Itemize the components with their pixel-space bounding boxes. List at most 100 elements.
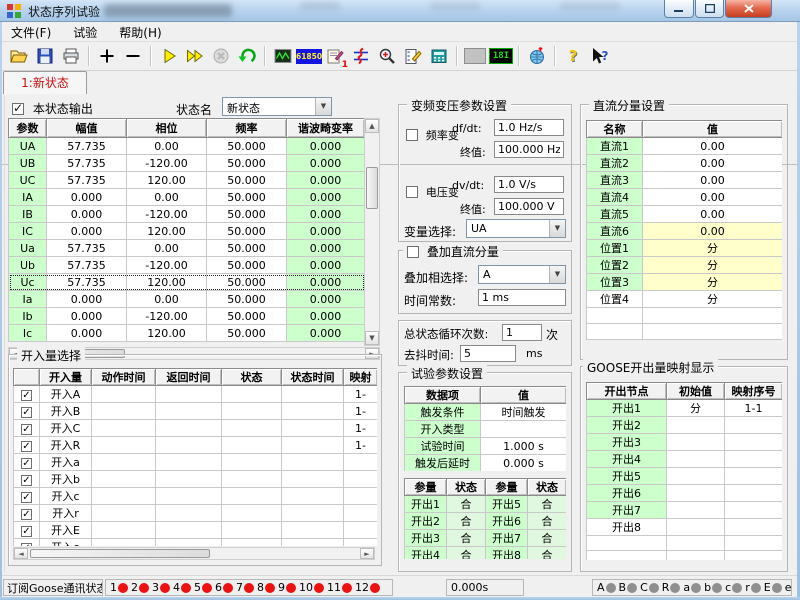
minimize-button[interactable]	[664, 0, 694, 18]
mapping-cell[interactable]: 1-	[344, 403, 378, 420]
remove-state-button[interactable]	[121, 44, 145, 68]
output-state-row[interactable]: 开出1 合 开出5 合	[405, 496, 567, 513]
input-name-cell[interactable]: 开入E	[40, 522, 92, 539]
return-time-cell[interactable]	[156, 471, 222, 488]
goose-mapping-cell[interactable]: 1-1	[725, 400, 783, 417]
state-cell[interactable]	[222, 420, 282, 437]
var-select-combo[interactable]: UA ▼	[466, 219, 566, 238]
output-state-cell[interactable]: 合	[528, 513, 567, 530]
sync-button[interactable]	[525, 44, 549, 68]
state-table-row[interactable]: UC 57.735 120.00 50.000 0.000	[9, 172, 365, 189]
data-item-cell[interactable]: 触发后延时	[405, 455, 481, 472]
param-cell[interactable]: UC	[9, 172, 47, 189]
state-table-row[interactable]: Ia 0.000 0.00 50.000 0.000	[9, 291, 365, 308]
goose-node-cell[interactable]	[587, 536, 667, 551]
goose-node-cell[interactable]: 开出2	[587, 417, 667, 434]
phase-cell[interactable]: 0.00	[127, 240, 207, 257]
frequency-cell[interactable]: 50.000	[207, 274, 287, 291]
test-data-row[interactable]: 开入类型	[405, 421, 567, 438]
goose-mapping-cell[interactable]	[725, 485, 783, 502]
frequency-cell[interactable]: 50.000	[207, 291, 287, 308]
action-time-cell[interactable]	[92, 437, 156, 454]
dc-value-cell[interactable]: 分	[643, 240, 783, 257]
harmonic-cell[interactable]: 0.000	[287, 274, 365, 291]
amplitude-cell[interactable]: 57.735	[47, 240, 127, 257]
test-data-row[interactable]: 触发条件 时间触发	[405, 404, 567, 421]
chevron-down-icon[interactable]: ▼	[549, 220, 565, 237]
frequency-cell[interactable]: 50.000	[207, 223, 287, 240]
phase-cell[interactable]: -120.00	[127, 155, 207, 172]
goose-table-row[interactable]: 开出4	[587, 451, 783, 468]
undo-button[interactable]	[235, 44, 259, 68]
return-time-cell[interactable]	[156, 403, 222, 420]
state-cell[interactable]	[222, 437, 282, 454]
menu-item[interactable]: 文件(F)	[0, 22, 62, 43]
mapping-cell[interactable]	[344, 454, 378, 471]
dc-name-cell[interactable]: 直流3	[587, 172, 643, 189]
input-table-row[interactable]: ✓ 开入b	[14, 471, 378, 488]
input-table-row[interactable]: ✓ 开入A 1-	[14, 386, 378, 403]
input-table-row[interactable]: ✓ 开入c	[14, 488, 378, 505]
menu-item[interactable]: 试验	[62, 22, 108, 43]
param-cell[interactable]: IA	[9, 189, 47, 206]
state-table-vscrollbar[interactable]: ▲ ▼	[364, 118, 380, 346]
goose-node-cell[interactable]	[587, 551, 667, 561]
goose-mapping-cell[interactable]	[725, 551, 783, 561]
dc-value-cell[interactable]: 0.00	[643, 206, 783, 223]
goose-initial-cell[interactable]	[667, 551, 725, 561]
dc-name-cell[interactable]: 直流6	[587, 223, 643, 240]
mapping-cell[interactable]	[344, 488, 378, 505]
amplitude-cell[interactable]: 57.735	[47, 155, 127, 172]
dc-table-row[interactable]: 直流1 0.00	[587, 138, 783, 155]
input-table-row[interactable]: ✓ 开入B 1-	[14, 403, 378, 420]
param-cell[interactable]: Uc	[9, 274, 47, 291]
input-name-cell[interactable]: 开入b	[40, 471, 92, 488]
dc-value-cell[interactable]: 分	[643, 257, 783, 274]
output-state-cell[interactable]: 合	[447, 530, 486, 547]
dc-table-row[interactable]: 位置3 分	[587, 274, 783, 291]
freq-change-checkbox[interactable]	[406, 129, 418, 141]
volt-change-checkbox[interactable]	[406, 186, 418, 198]
state-cell[interactable]	[222, 539, 282, 547]
dc-name-cell[interactable]: 位置2	[587, 257, 643, 274]
dc-name-cell[interactable]: 直流4	[587, 189, 643, 206]
harmonic-fault-button[interactable]	[349, 44, 373, 68]
phase-cell[interactable]: 120.00	[127, 223, 207, 240]
harmonic-cell[interactable]: 0.000	[287, 189, 365, 206]
param-cell[interactable]: Ia	[9, 291, 47, 308]
output-state-cell[interactable]: 合	[447, 547, 486, 560]
input-name-cell[interactable]: 开入B	[40, 403, 92, 420]
goose-initial-cell[interactable]	[667, 536, 725, 551]
amplitude-cell[interactable]: 57.735	[47, 138, 127, 155]
harmonic-cell[interactable]: 0.000	[287, 240, 365, 257]
param-cell[interactable]: Ib	[9, 308, 47, 325]
test-record-button[interactable]	[401, 44, 425, 68]
phase-cell[interactable]: 0.00	[127, 189, 207, 206]
output-state-row[interactable]: 开出3 合 开出7 合	[405, 530, 567, 547]
state-table-row[interactable]: IB 0.000 -120.00 50.000 0.000	[9, 206, 365, 223]
goose-initial-cell[interactable]	[667, 485, 725, 502]
harmonic-cell[interactable]: 0.000	[287, 291, 365, 308]
input-table-row[interactable]: ✓ 开入a	[14, 454, 378, 471]
harmonic-cell[interactable]: 0.000	[287, 308, 365, 325]
stop-button[interactable]	[209, 44, 233, 68]
frequency-cell[interactable]: 50.000	[207, 155, 287, 172]
goose-table-row[interactable]: 开出1 分 1-1	[587, 400, 783, 417]
goose-initial-cell[interactable]	[667, 417, 725, 434]
row-select-checkbox[interactable]: ✓	[21, 458, 32, 469]
mapping-cell[interactable]	[344, 505, 378, 522]
df-dt-input[interactable]	[494, 119, 564, 136]
state-table-row[interactable]: Uc 57.735 120.00 50.000 0.000	[9, 274, 365, 291]
input-table-row[interactable]: ✓ 开入R 1-	[14, 437, 378, 454]
state-table-row[interactable]: IA 0.000 0.00 50.000 0.000	[9, 189, 365, 206]
data-value-cell[interactable]: 0.000 s	[481, 455, 567, 472]
param-cell[interactable]: IB	[9, 206, 47, 223]
dc-value-cell[interactable]: 0.00	[643, 155, 783, 172]
dc-table-row[interactable]: 直流4 0.00	[587, 189, 783, 206]
frequency-cell[interactable]: 50.000	[207, 240, 287, 257]
goose-table-row[interactable]	[587, 536, 783, 551]
state-table-row[interactable]: Ic 0.000 120.00 50.000 0.000	[9, 325, 365, 342]
waveform-display-button[interactable]	[271, 44, 295, 68]
frequency-cell[interactable]: 50.000	[207, 206, 287, 223]
dc-name-cell[interactable]	[587, 308, 643, 324]
